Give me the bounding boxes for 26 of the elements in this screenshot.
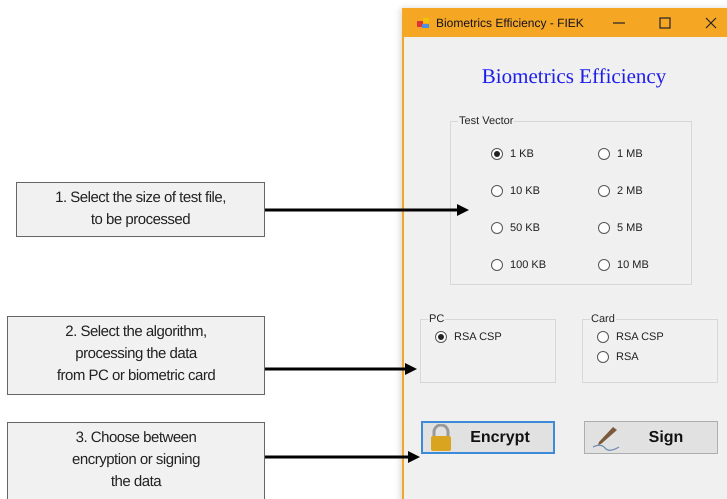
group-label: PC <box>428 313 446 325</box>
padlock-icon <box>429 424 453 452</box>
annotation-box: 3. Choose between encryption or signing the data <box>7 422 265 499</box>
radio-option[interactable]: 5 MB <box>598 218 678 237</box>
window-title: Biometrics Efficiency - FIEK <box>436 16 585 30</box>
annotation-box: 2. Select the algorithm, processing the data from PC or biometric card <box>7 316 265 395</box>
encrypt-button[interactable]: Encrypt <box>421 421 555 454</box>
radio-option[interactable]: 2 MB <box>598 181 678 200</box>
group-label: Test Vector <box>458 115 514 127</box>
radio-option[interactable]: 1 MB <box>598 144 678 163</box>
group-label: Card <box>590 313 616 325</box>
maximize-icon[interactable] <box>659 16 671 28</box>
annotation-box: 1. Select the size of test file, to be processed <box>16 182 265 237</box>
radio-option[interactable]: 10 MB <box>598 255 678 274</box>
close-icon[interactable] <box>705 16 717 28</box>
pen-icon <box>591 424 621 450</box>
radio-option[interactable]: 1 KB <box>491 144 598 163</box>
radio-option[interactable]: RSA CSP <box>597 327 717 346</box>
radio-option[interactable]: 100 KB <box>491 255 598 274</box>
app-icon <box>416 16 430 30</box>
radio-option[interactable]: RSA CSP <box>435 327 555 346</box>
radio-option[interactable]: 50 KB <box>491 218 598 237</box>
radio-option[interactable]: 10 KB <box>491 181 598 200</box>
radio-option[interactable]: RSA <box>597 347 717 366</box>
app-heading: Biometrics Efficiency <box>480 64 668 89</box>
sign-button[interactable]: Sign <box>584 421 718 454</box>
